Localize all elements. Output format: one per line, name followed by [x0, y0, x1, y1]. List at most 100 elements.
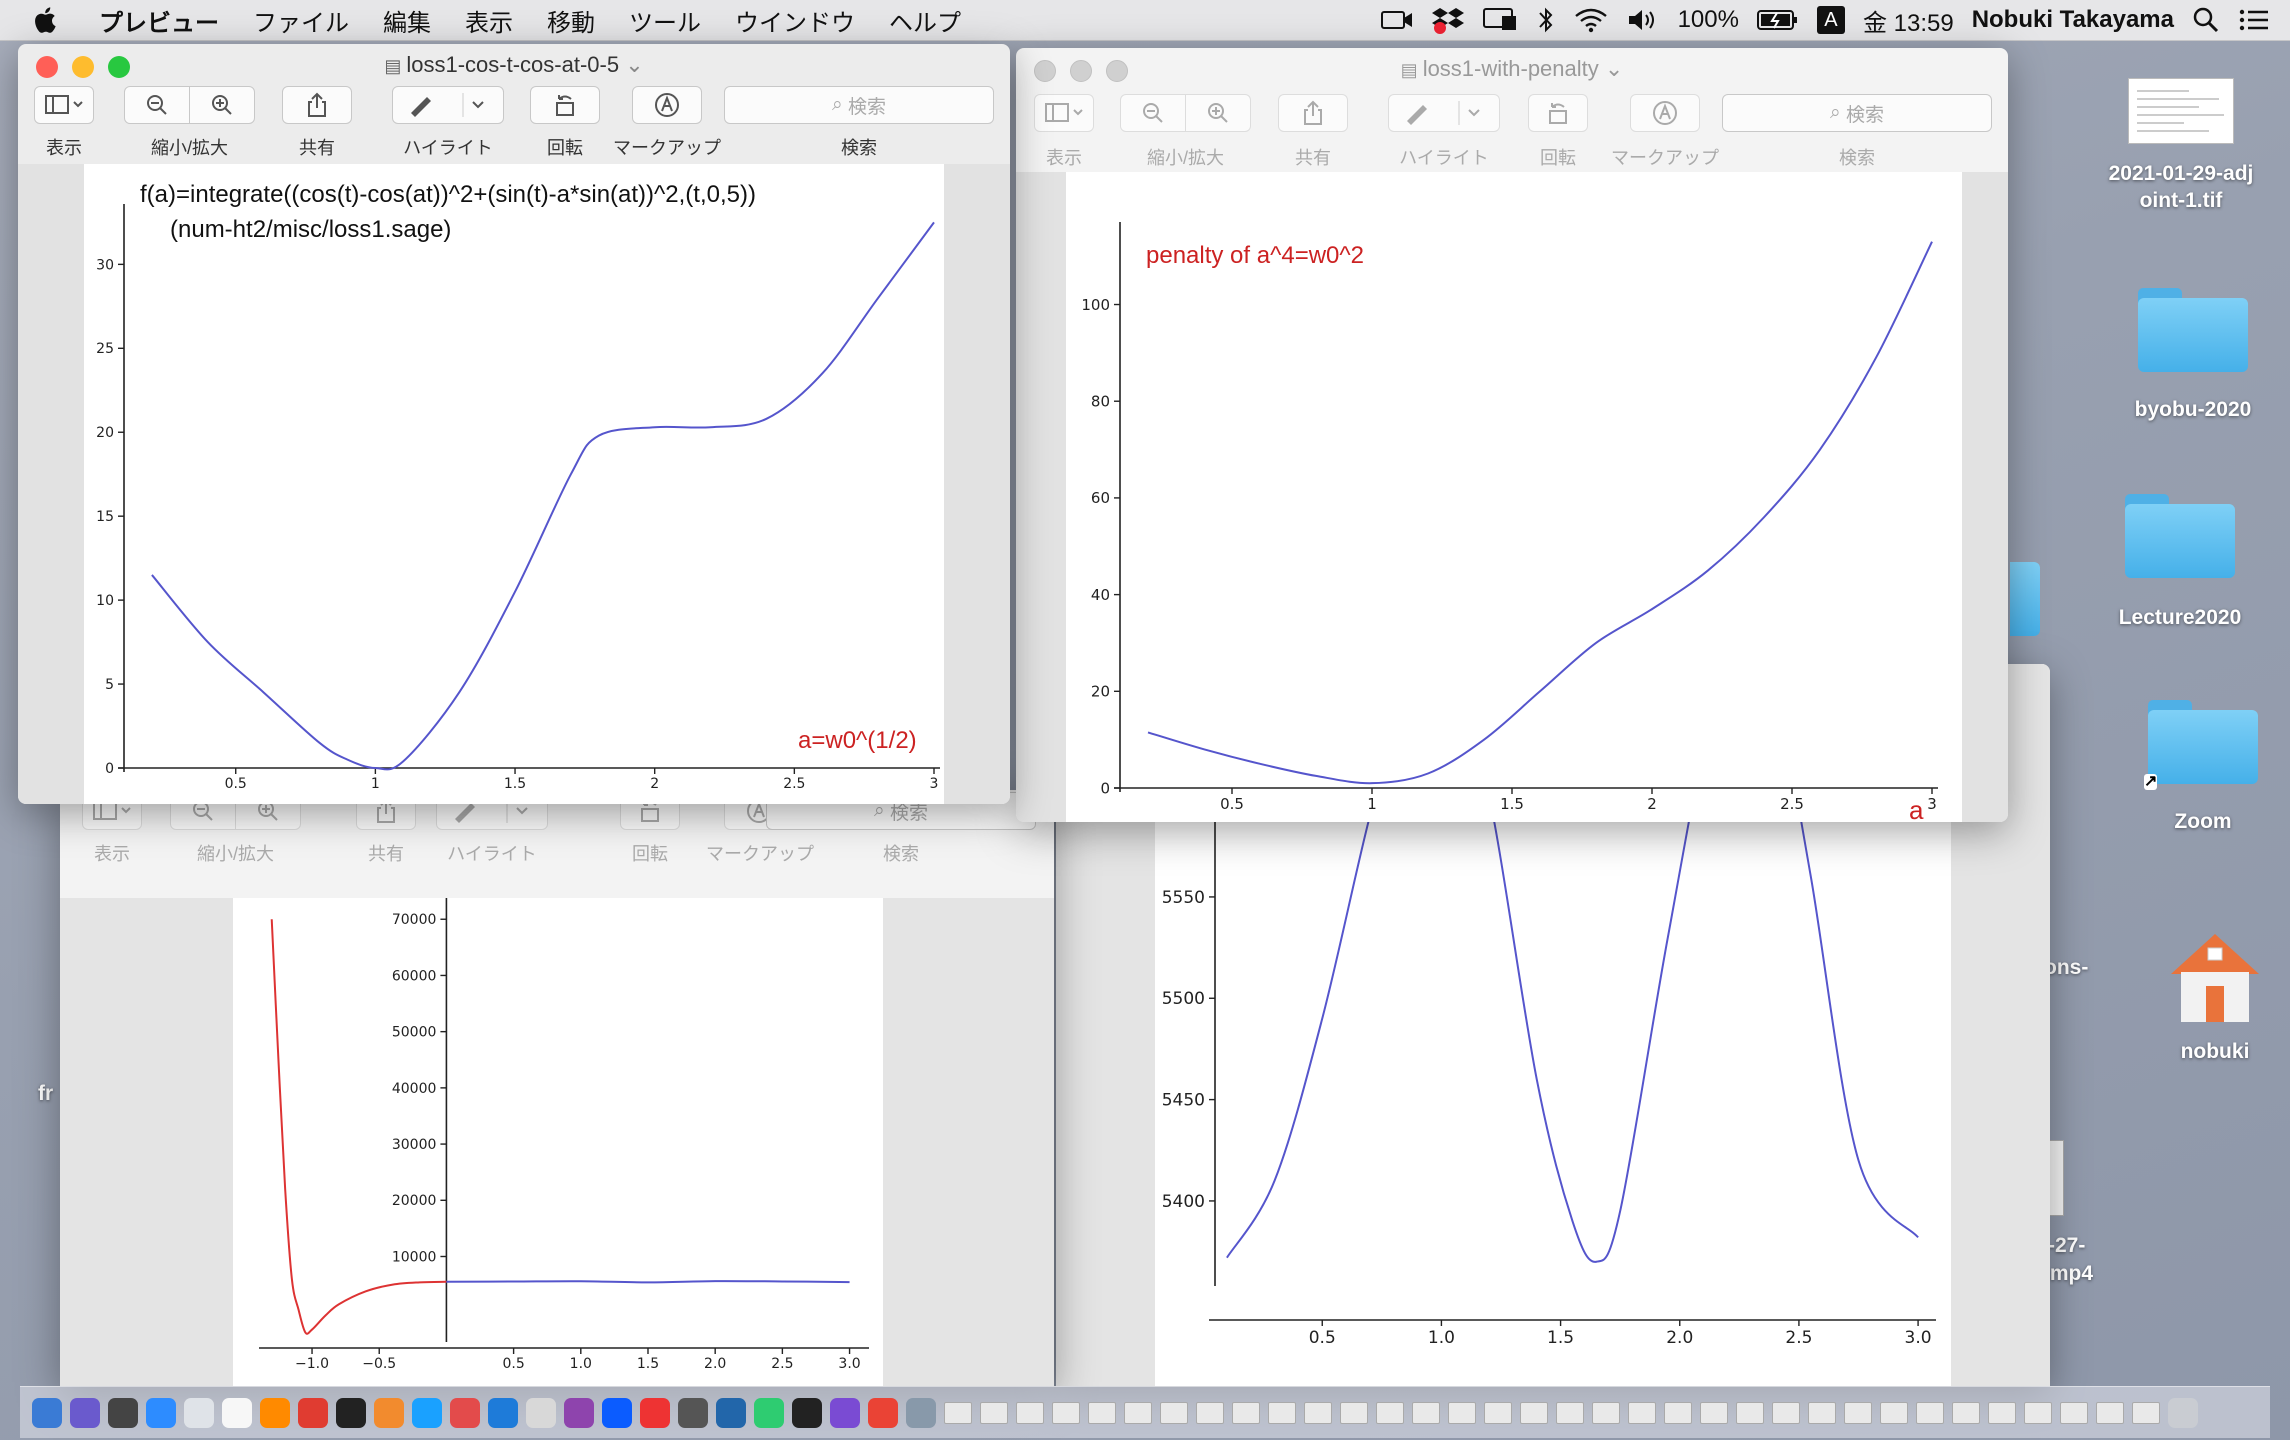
- dock-document-icon[interactable]: [1592, 1401, 1620, 1424]
- dock-document-icon[interactable]: [1268, 1401, 1296, 1424]
- dock-app-icon[interactable]: [108, 1397, 138, 1428]
- dock-document-icon[interactable]: [1232, 1401, 1260, 1424]
- bluetooth-icon[interactable]: [1536, 5, 1556, 35]
- search-field[interactable]: ⌕ 検索: [1722, 94, 1992, 132]
- desktop-folder-lecture2020[interactable]: Lecture2020: [2100, 494, 2260, 630]
- dock-document-icon[interactable]: [1628, 1401, 1656, 1424]
- notification-center-icon[interactable]: [2238, 6, 2270, 34]
- markup-button[interactable]: [1630, 94, 1700, 132]
- spotlight-search-icon[interactable]: [2192, 6, 2220, 34]
- dock-app-icon[interactable]: [412, 1397, 442, 1428]
- dock-app-icon[interactable]: [678, 1397, 708, 1428]
- dock-app-icon[interactable]: [754, 1397, 784, 1428]
- menu-app-name[interactable]: プレビュー: [99, 3, 219, 38]
- menu-window[interactable]: ウインドウ: [735, 3, 855, 38]
- dock-app-icon[interactable]: [222, 1397, 252, 1428]
- zoom-in-button[interactable]: [1185, 94, 1251, 132]
- sidebar-toggle-button[interactable]: [1034, 94, 1094, 132]
- dock-document-icon[interactable]: [1952, 1401, 1980, 1424]
- desktop-file-adjoint-tif[interactable]: 2021-01-29-adjoint-1.tif: [2101, 78, 2261, 214]
- highlight-button[interactable]: [1388, 94, 1500, 132]
- dock-document-icon[interactable]: [2024, 1401, 2052, 1424]
- dock-document-icon[interactable]: [1664, 1401, 1692, 1424]
- dock-app-icon[interactable]: [792, 1397, 822, 1428]
- dock-app-icon[interactable]: [336, 1397, 366, 1428]
- dock-document-icon[interactable]: [1088, 1401, 1116, 1424]
- desktop-alias-home[interactable]: nobuki: [2135, 928, 2290, 1064]
- share-button[interactable]: [1278, 94, 1348, 132]
- dock-document-icon[interactable]: [1052, 1401, 1080, 1424]
- partially-hidden-folder[interactable]: [2010, 562, 2040, 636]
- dock-document-icon[interactable]: [1844, 1401, 1872, 1424]
- rotate-button[interactable]: [530, 86, 600, 124]
- rotate-button[interactable]: [1528, 94, 1588, 132]
- apple-menu-icon[interactable]: [30, 4, 62, 36]
- dock-document-icon[interactable]: [1376, 1401, 1404, 1424]
- dock-document-icon[interactable]: [1412, 1401, 1440, 1424]
- dock-app-icon[interactable]: [716, 1397, 746, 1428]
- dock-document-icon[interactable]: [1916, 1401, 1944, 1424]
- dock-app-icon[interactable]: [146, 1397, 176, 1428]
- wifi-icon[interactable]: [1574, 7, 1608, 33]
- dock-app-icon[interactable]: [488, 1397, 518, 1428]
- dock-app-icon[interactable]: [602, 1397, 632, 1428]
- menu-file[interactable]: ファイル: [253, 3, 349, 38]
- dock-document-icon[interactable]: [1700, 1401, 1728, 1424]
- dock-document-icon[interactable]: [1556, 1401, 1584, 1424]
- desktop-folder-byobu[interactable]: byobu-2020: [2113, 288, 2273, 422]
- dock-document-icon[interactable]: [1016, 1401, 1044, 1424]
- menu-edit[interactable]: 編集: [383, 3, 431, 38]
- input-source-indicator[interactable]: A: [1816, 6, 1845, 34]
- menu-view[interactable]: 表示: [465, 3, 513, 38]
- dock-app-icon[interactable]: [830, 1397, 860, 1428]
- dock-document-icon[interactable]: [1808, 1401, 1836, 1424]
- menu-go[interactable]: 移動: [547, 3, 595, 38]
- volume-icon[interactable]: [1626, 7, 1660, 33]
- dock-app-icon[interactable]: [564, 1397, 594, 1428]
- camera-icon[interactable]: [1380, 7, 1414, 33]
- dock-document-icon[interactable]: [1880, 1401, 1908, 1424]
- battery-icon[interactable]: [1756, 8, 1799, 32]
- dock-document-icon[interactable]: [2060, 1401, 2088, 1424]
- dock-document-icon[interactable]: [1448, 1401, 1476, 1424]
- dock-app-icon[interactable]: [906, 1397, 936, 1428]
- dock-document-icon[interactable]: [1304, 1401, 1332, 1424]
- dock-app-icon[interactable]: [450, 1397, 480, 1428]
- menu-tools[interactable]: ツール: [629, 3, 701, 38]
- preview-window-loss1[interactable]: ▤ loss1-cos-t-cos-at-0-5 ⌄ 表示 縮小/拡大 共有 ハ…: [18, 44, 1010, 804]
- menu-help[interactable]: ヘルプ: [889, 3, 961, 38]
- zoom-in-button[interactable]: [189, 86, 255, 124]
- dock-document-icon[interactable]: [980, 1401, 1008, 1424]
- dock-document-icon[interactable]: [1988, 1401, 2016, 1424]
- trash-icon[interactable]: [2168, 1397, 2198, 1428]
- user-name[interactable]: Nobuki Takayama: [1972, 6, 2174, 34]
- share-button[interactable]: [282, 86, 352, 124]
- dock-app-icon[interactable]: [32, 1397, 62, 1428]
- desktop-alias-zoom[interactable]: ↗ Zoom: [2123, 700, 2283, 834]
- markup-button[interactable]: [632, 86, 702, 124]
- preview-window-penalty[interactable]: ▤ loss1-with-penalty ⌄ 表示 縮小/拡大 共有 ハイライト…: [1016, 48, 2008, 822]
- dock-document-icon[interactable]: [1772, 1401, 1800, 1424]
- zoom-out-button[interactable]: [1120, 94, 1186, 132]
- highlight-button[interactable]: [392, 86, 504, 124]
- dropbox-icon[interactable]: [1431, 5, 1464, 35]
- dock-app-icon[interactable]: [374, 1397, 404, 1428]
- dock-document-icon[interactable]: [944, 1401, 972, 1424]
- zoom-out-button[interactable]: [124, 86, 190, 124]
- dock-document-icon[interactable]: [2096, 1401, 2124, 1424]
- display-icon[interactable]: [1482, 6, 1518, 34]
- dock-app-icon[interactable]: [640, 1397, 670, 1428]
- dock-app-icon[interactable]: [868, 1397, 898, 1428]
- dock-document-icon[interactable]: [1196, 1401, 1224, 1424]
- dock-app-icon[interactable]: [526, 1397, 556, 1428]
- dock-document-icon[interactable]: [1160, 1401, 1188, 1424]
- dock-app-icon[interactable]: [260, 1397, 290, 1428]
- dock-document-icon[interactable]: [1124, 1401, 1152, 1424]
- dock-document-icon[interactable]: [1340, 1401, 1368, 1424]
- sidebar-toggle-button[interactable]: [34, 86, 94, 124]
- dock-app-icon[interactable]: [70, 1397, 100, 1428]
- dock-app-icon[interactable]: [298, 1397, 328, 1428]
- preview-window-background-left[interactable]: 表示 縮小/拡大 共有 ハイライト 回転 マークアップ ⌕ 検索 検索 −1.0…: [60, 790, 1054, 1386]
- dock-app-icon[interactable]: [184, 1397, 214, 1428]
- dock-document-icon[interactable]: [2132, 1401, 2160, 1424]
